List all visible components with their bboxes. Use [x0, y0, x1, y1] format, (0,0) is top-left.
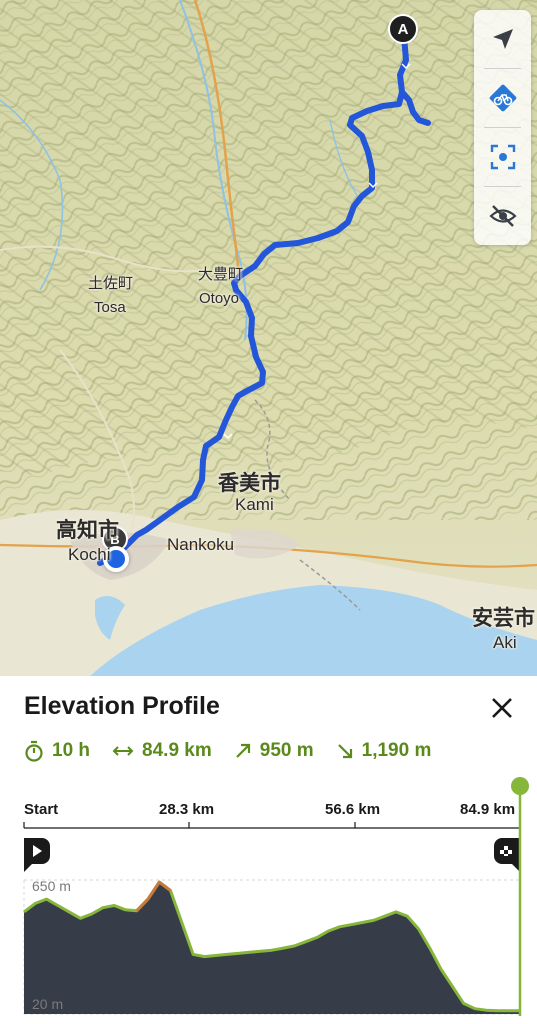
start-marker-label: A [397, 20, 409, 38]
map-label-aki-en: Aki [493, 633, 517, 652]
map-view[interactable]: A B 土佐町 Tosa 大豊町 Otoyo 香美市 Kami Nankoku … [0, 0, 537, 676]
duration-value: 10 h [52, 740, 91, 761]
ascent-value: 950 m [259, 740, 314, 761]
close-icon [492, 698, 512, 718]
elevation-min-label: 20 m [32, 996, 64, 1012]
elevation-max-label: 650 m [32, 878, 71, 894]
map-label-nankoku: Nankoku [167, 535, 235, 554]
hide-eye-icon [488, 205, 517, 227]
close-button[interactable] [484, 690, 520, 726]
map-label-kami-jp: 香美市 [218, 471, 281, 495]
map-label-kochi-en: Kochi [68, 545, 111, 564]
map-label-kami-en: Kami [235, 495, 274, 514]
map-toolbar [474, 10, 531, 245]
elevation-area [24, 882, 520, 1014]
hide-overlay-button[interactable] [474, 187, 531, 245]
distance-value: 84.9 km [142, 740, 212, 761]
sheet-title: Elevation Profile [24, 692, 220, 720]
start-marker[interactable]: A [388, 14, 418, 44]
navigation-button[interactable] [474, 10, 531, 68]
recenter-button[interactable] [474, 128, 531, 186]
position-cursor-handle [511, 777, 529, 795]
elevation-sheet: Elevation Profile 10 h 84.9 km 950 m 1,1… [0, 676, 537, 1024]
map-label-otoyo-en: Otoyo [199, 290, 240, 307]
profile-graph [23, 777, 529, 1016]
ascent-icon [235, 743, 250, 758]
duration-stat: 10 h [24, 740, 90, 762]
navigation-arrow-icon [492, 29, 513, 49]
terrain-map [0, 0, 537, 676]
map-label-tosa-jp: 土佐町 [88, 274, 134, 292]
descent-stat: 1,190 m [336, 740, 432, 762]
map-label-aki-jp: 安芸市 [472, 606, 535, 630]
elevation-profile[interactable]: Start 28.3 km 56.6 km 84.9 km 650 m 20 m [0, 776, 537, 1024]
finish-flag-icon [494, 838, 520, 872]
route-stats: 10 h 84.9 km 950 m 1,190 m [24, 738, 453, 764]
map-label-kochi-jp: 高知市 [56, 518, 119, 542]
map-label-tosa-en: Tosa [94, 299, 126, 316]
distance-stat: 84.9 km [112, 740, 212, 762]
ascent-stat: 950 m [234, 740, 314, 762]
stopwatch-icon [25, 740, 43, 762]
map-label-otoyo-jp: 大豊町 [198, 265, 244, 283]
distance-icon [112, 746, 134, 756]
descent-value: 1,190 m [361, 740, 432, 761]
bike-mode-icon [489, 84, 516, 112]
descent-icon [337, 744, 352, 759]
start-flag-icon [24, 838, 50, 872]
recenter-icon [490, 144, 515, 170]
bike-mode-button[interactable] [474, 69, 531, 127]
